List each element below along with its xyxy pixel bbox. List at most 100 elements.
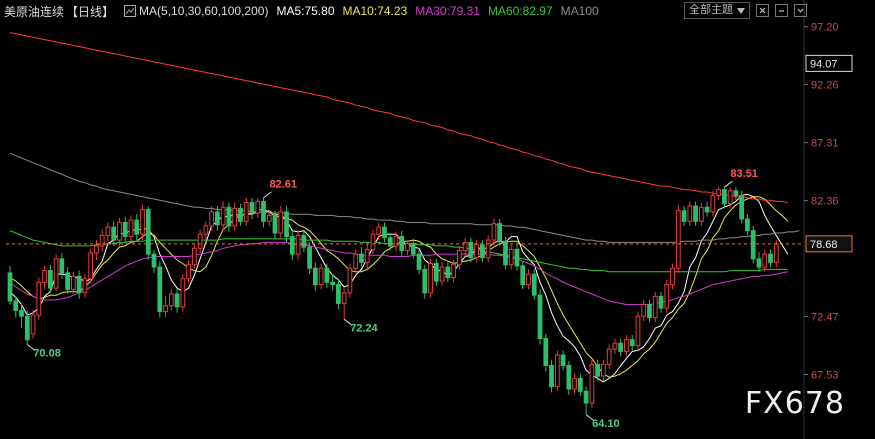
candle-body	[88, 252, 94, 280]
candle	[289, 230, 295, 260]
candle-body	[272, 214, 278, 234]
candle-body	[750, 230, 756, 260]
candle	[209, 206, 215, 231]
candle	[318, 263, 324, 290]
candle-body	[497, 223, 503, 242]
y-tick-label: 92.26	[811, 80, 839, 92]
candle	[53, 254, 59, 292]
candle-body	[19, 309, 24, 317]
candlestick-chart[interactable]: 78.68 94.07 82.61 72.24 70.08 64.10 83.51 97.…	[0, 0, 875, 439]
candle-body	[312, 267, 318, 286]
candle-body	[65, 272, 70, 290]
candle-body	[393, 236, 399, 247]
candle	[99, 229, 105, 252]
candle-body	[768, 253, 773, 263]
candle	[7, 265, 13, 305]
candle	[716, 187, 721, 201]
candle-body	[47, 270, 53, 289]
candle	[128, 215, 134, 242]
candle	[324, 263, 330, 289]
candle-body	[7, 272, 13, 302]
annotation-pointer	[263, 191, 272, 199]
candle-body	[457, 250, 462, 266]
candle-body	[284, 211, 289, 238]
candle-body	[428, 263, 433, 294]
candle	[174, 288, 180, 313]
candle-body	[480, 244, 485, 259]
theme-selector[interactable]: 全部主题	[684, 2, 750, 19]
indicator-icon[interactable]	[124, 5, 137, 17]
candle-body	[647, 304, 652, 318]
candle	[658, 291, 664, 313]
candle-body	[336, 284, 341, 304]
candle	[514, 244, 520, 271]
candle-body	[445, 266, 451, 279]
candle	[704, 201, 710, 217]
candle	[601, 359, 606, 381]
candle	[122, 216, 128, 243]
candle	[272, 210, 278, 239]
candle	[353, 249, 359, 273]
close-icon[interactable]	[756, 4, 769, 17]
candle-body	[215, 211, 220, 226]
candle-body	[485, 239, 491, 259]
expand-icon[interactable]	[794, 4, 807, 17]
candle-body	[658, 295, 664, 309]
candle	[577, 373, 583, 396]
candle-body	[53, 258, 59, 289]
candle-body	[583, 390, 589, 404]
candle	[71, 271, 76, 294]
candle-body	[554, 354, 560, 388]
candle	[226, 202, 232, 232]
candle-body	[595, 363, 601, 377]
candle	[376, 222, 382, 241]
minimize-icon[interactable]	[775, 4, 788, 17]
candle-body	[111, 226, 117, 241]
candle	[82, 274, 88, 298]
candle-body	[191, 247, 197, 266]
candle	[566, 360, 572, 395]
candle-body	[232, 207, 238, 227]
candle-body	[203, 225, 209, 235]
candle-body	[318, 267, 324, 286]
candle	[347, 263, 353, 298]
candles	[7, 187, 779, 415]
candle	[301, 230, 307, 252]
candle	[531, 269, 537, 300]
candle	[445, 262, 451, 283]
current-price-label: 78.68	[810, 239, 838, 251]
candle	[554, 350, 560, 392]
symbol-name: 美原油连续	[4, 4, 65, 19]
candle-body	[238, 207, 243, 222]
candle-body	[278, 211, 284, 234]
annotation-high: 83.51	[730, 168, 758, 180]
candle-body	[433, 263, 439, 282]
period-label[interactable]: 【日线】	[66, 3, 114, 20]
candle-body	[468, 241, 474, 259]
chart-controls: 全部主题	[684, 2, 807, 19]
candle	[111, 221, 117, 246]
candle	[157, 261, 163, 318]
candle	[151, 249, 157, 273]
candle-body	[652, 295, 658, 318]
candle	[30, 310, 36, 339]
candle	[278, 206, 284, 239]
candle-body	[261, 200, 266, 222]
candle	[693, 201, 698, 226]
candle-body	[405, 243, 410, 252]
candle-body	[727, 190, 733, 205]
annotation-low: 70.08	[33, 348, 61, 360]
ma-line-ma100	[9, 152, 800, 243]
ma100-value: MA100	[560, 4, 599, 18]
candle-body	[76, 275, 82, 294]
candle-body	[255, 200, 261, 214]
candle	[710, 190, 716, 217]
ma30-value: MA30:79.31	[415, 4, 480, 18]
candle	[186, 260, 191, 284]
candle-body	[693, 205, 698, 222]
candle	[117, 217, 122, 246]
candle	[756, 251, 762, 272]
candle	[364, 243, 370, 269]
candle-body	[359, 253, 364, 263]
candle	[572, 373, 577, 394]
